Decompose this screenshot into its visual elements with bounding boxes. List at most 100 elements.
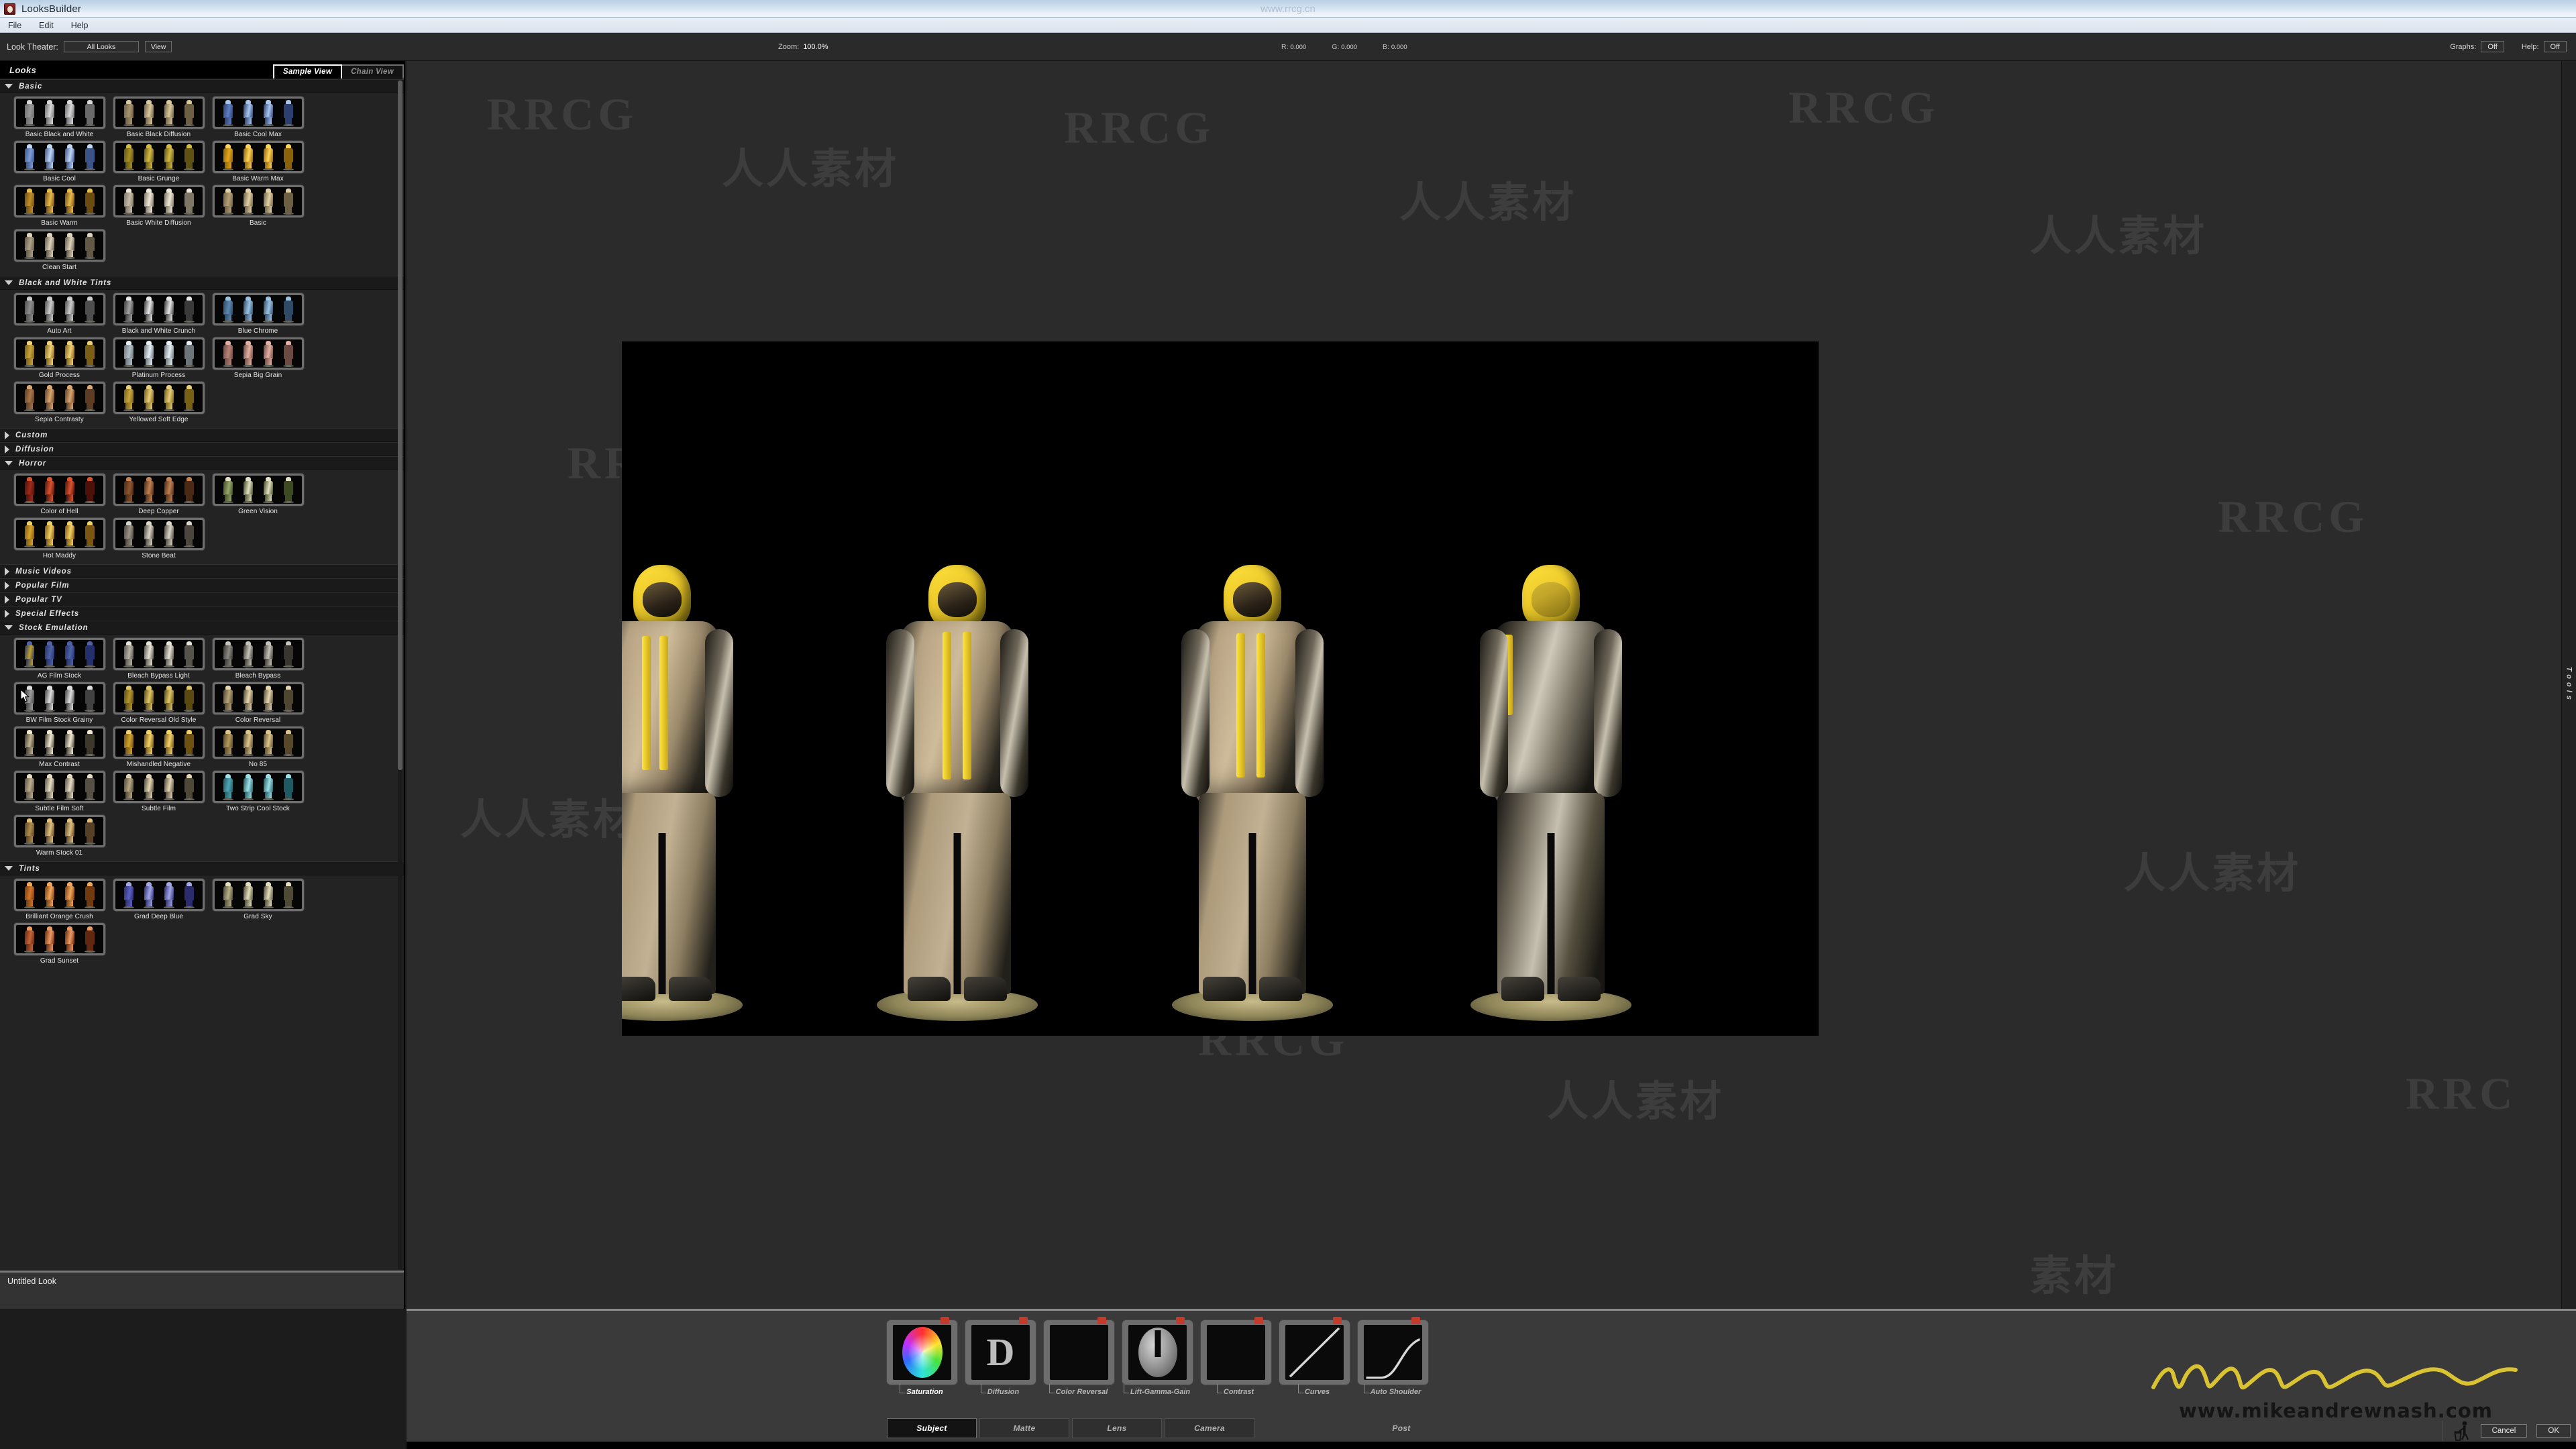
look-thumbnail-frame[interactable] <box>212 474 304 506</box>
look-thumbnail-item[interactable]: Bleach Bypass Light <box>113 638 205 680</box>
node-diffusion[interactable]: D Diffusion <box>965 1317 1036 1396</box>
menu-item-edit[interactable]: Edit <box>36 20 56 31</box>
node-enable-pin[interactable] <box>1411 1317 1420 1324</box>
look-category-header[interactable]: Popular TV <box>0 592 404 606</box>
look-theater-select[interactable]: All Looks <box>63 41 139 52</box>
look-thumbnail-frame[interactable] <box>13 293 105 325</box>
look-thumbnail-item[interactable]: Subtle Film <box>113 771 205 812</box>
chevron-right-icon[interactable] <box>5 609 9 618</box>
node-shell[interactable] <box>1201 1317 1271 1385</box>
look-thumbnail-item[interactable]: No 85 <box>212 727 304 768</box>
look-thumbnail-frame[interactable] <box>113 97 205 129</box>
look-thumbnail-item[interactable]: Color of Hell <box>13 474 105 515</box>
look-thumbnail-frame[interactable] <box>13 185 105 217</box>
look-category-header[interactable]: Popular Film <box>0 578 404 592</box>
look-thumbnail-frame[interactable] <box>13 97 105 129</box>
node-enable-pin[interactable] <box>1254 1317 1263 1324</box>
look-thumbnail-item[interactable]: Clean Start <box>13 229 105 271</box>
look-category-header[interactable]: Stock Emulation <box>0 621 404 635</box>
look-thumbnail-item[interactable]: Mishandled Negative <box>113 727 205 768</box>
look-thumbnail-frame[interactable] <box>212 185 304 217</box>
look-thumbnail-item[interactable]: Yellowed Soft Edge <box>113 382 205 423</box>
look-thumbnail-frame[interactable] <box>13 474 105 506</box>
looks-scrollbar-thumb[interactable] <box>398 80 402 770</box>
node-enable-pin[interactable] <box>1019 1317 1028 1324</box>
chevron-right-icon[interactable] <box>5 595 9 604</box>
tab-sample-view[interactable]: Sample View <box>272 64 343 78</box>
chevron-down-icon[interactable] <box>5 461 13 466</box>
graphs-value[interactable]: Off <box>2481 41 2504 52</box>
look-category-header[interactable]: Diffusion <box>0 442 404 456</box>
look-thumbnail-frame[interactable] <box>113 682 205 714</box>
look-thumbnail-item[interactable]: BW Film Stock Grainy <box>13 682 105 724</box>
node-curves[interactable]: Curves <box>1279 1317 1350 1396</box>
look-thumbnail-item[interactable]: Basic Cool <box>13 141 105 182</box>
look-thumbnail-frame[interactable] <box>13 815 105 847</box>
look-category-header[interactable]: Custom <box>0 428 404 442</box>
look-thumbnail-item[interactable]: Sepia Contrasty <box>13 382 105 423</box>
menu-item-help[interactable]: Help <box>68 20 91 31</box>
look-thumbnail-item[interactable]: Black and White Crunch <box>113 293 205 335</box>
look-thumbnail-frame[interactable] <box>113 293 205 325</box>
chevron-right-icon[interactable] <box>5 581 9 590</box>
node-shell[interactable]: D <box>965 1317 1036 1385</box>
look-thumbnail-item[interactable]: Bleach Bypass <box>212 638 304 680</box>
look-thumbnail-item[interactable]: Subtle Film Soft <box>13 771 105 812</box>
chevron-down-icon[interactable] <box>5 84 13 89</box>
look-thumbnail-item[interactable]: Auto Art <box>13 293 105 335</box>
view-button[interactable]: View <box>144 41 172 52</box>
chevron-down-icon[interactable] <box>5 625 13 630</box>
look-thumbnail-frame[interactable] <box>113 382 205 414</box>
look-thumbnail-frame[interactable] <box>113 879 205 911</box>
node-shell[interactable] <box>887 1317 957 1385</box>
node-lift-gamma-gain[interactable]: Lift-Gamma-Gain <box>1122 1317 1193 1396</box>
look-thumbnail-frame[interactable] <box>212 638 304 670</box>
look-thumbnail-frame[interactable] <box>13 771 105 803</box>
tab-lens[interactable]: Lens <box>1072 1418 1162 1438</box>
help-value[interactable]: Off <box>2543 41 2567 52</box>
look-thumbnail-frame[interactable] <box>113 638 205 670</box>
chevron-right-icon[interactable] <box>5 445 9 453</box>
look-thumbnail-frame[interactable] <box>13 382 105 414</box>
look-thumbnail-frame[interactable] <box>13 923 105 955</box>
chevron-right-icon[interactable] <box>5 567 9 576</box>
look-thumbnail-item[interactable]: Basic Warm <box>13 185 105 227</box>
node-shell[interactable] <box>1358 1317 1428 1385</box>
look-thumbnail-item[interactable]: Grad Sky <box>212 879 304 920</box>
look-thumbnail-frame[interactable] <box>13 229 105 262</box>
look-thumbnail-frame[interactable] <box>212 727 304 759</box>
node-auto-shoulder[interactable]: Auto Shoulder <box>1358 1317 1428 1396</box>
node-shell[interactable] <box>1279 1317 1350 1385</box>
look-thumbnail-frame[interactable] <box>13 727 105 759</box>
look-thumbnail-item[interactable]: AG Film Stock <box>13 638 105 680</box>
look-thumbnail-frame[interactable] <box>113 474 205 506</box>
look-thumbnail-frame[interactable] <box>13 879 105 911</box>
preview-viewport[interactable]: RRCG 人人素材 RRCG 人人素材 RRCG 人人素材 RRCG 人人素材 … <box>407 61 2561 1309</box>
node-enable-pin[interactable] <box>941 1317 949 1324</box>
looks-scroll-area[interactable]: Basic Basic Black and White Basic Black Di… <box>0 79 404 1271</box>
look-category-header[interactable]: Special Effects <box>0 606 404 621</box>
render-preview-image[interactable] <box>622 341 1819 1036</box>
looks-scrollbar[interactable] <box>398 80 402 1269</box>
ok-button[interactable]: OK <box>2536 1424 2571 1438</box>
look-thumbnail-item[interactable]: Green Vision <box>212 474 304 515</box>
look-category-header[interactable]: Basic <box>0 79 404 93</box>
look-thumbnail-frame[interactable] <box>13 141 105 173</box>
tools-side-tab[interactable]: Tools <box>2561 61 2576 1309</box>
trash-icon[interactable] <box>2454 1421 2471 1441</box>
look-thumbnail-item[interactable]: Basic Warm Max <box>212 141 304 182</box>
look-thumbnail-frame[interactable] <box>113 727 205 759</box>
look-thumbnail-item[interactable]: Deep Copper <box>113 474 205 515</box>
look-thumbnail-item[interactable]: Basic White Diffusion <box>113 185 205 227</box>
node-enable-pin[interactable] <box>1097 1317 1106 1324</box>
tab-post[interactable]: Post <box>1257 1418 1546 1438</box>
menu-item-file[interactable]: File <box>5 20 24 31</box>
look-thumbnail-item[interactable]: Basic Black and White <box>13 97 105 138</box>
look-thumbnail-item[interactable]: Two Strip Cool Stock <box>212 771 304 812</box>
look-category-header[interactable]: Tints <box>0 861 404 875</box>
look-thumbnail-item[interactable]: Stone Beat <box>113 518 205 559</box>
chevron-down-icon[interactable] <box>5 866 13 871</box>
look-thumbnail-item[interactable]: Gold Process <box>13 337 105 379</box>
tab-chain-view[interactable]: Chain View <box>342 64 404 78</box>
look-category-header[interactable]: Music Videos <box>0 564 404 578</box>
